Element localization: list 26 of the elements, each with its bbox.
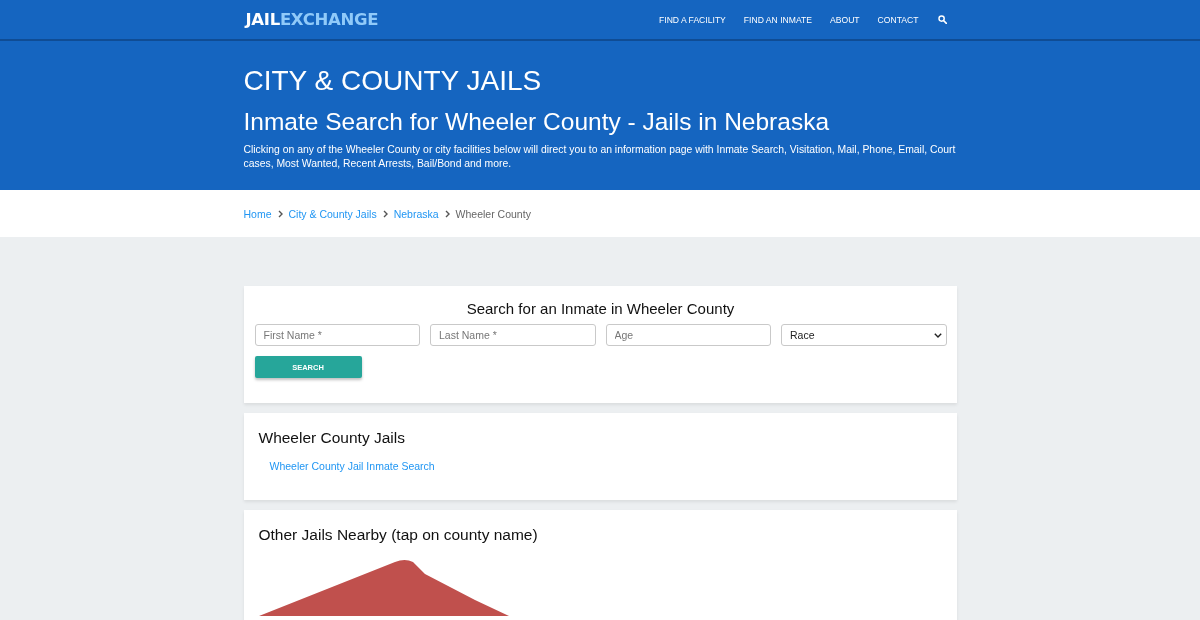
input-field[interactable]: Last Name *	[430, 324, 596, 346]
page-title: Inmate Search for Wheeler County - Jails in Nebraska	[243, 107, 831, 137]
race-select[interactable]: Race	[781, 324, 947, 346]
breadcrumb-link[interactable]: Home	[243, 207, 272, 220]
nav-link[interactable]: CONTACT	[877, 14, 919, 25]
page-category-heading: CITY & COUNTY JAILS	[243, 65, 543, 97]
page-description: Clicking on any of the Wheeler County or city facilities below will direct you to an information page with Inmate Search, Visitation, Mail, Phone, Email, Court cases, Most Wanted, Recent Arrests, Bail/Bond and more.	[243, 143, 957, 171]
chevron-right-icon	[444, 209, 450, 218]
breadcrumb-link[interactable]: City & County Jails	[288, 207, 377, 220]
nav-link[interactable]: ABOUT	[830, 14, 860, 25]
chevron-down-icon	[933, 332, 942, 338]
input-field[interactable]: First Name *	[254, 324, 420, 346]
search-card-title: Search for an Inmate in Wheeler County	[465, 300, 736, 318]
input-field[interactable]: Age	[605, 324, 771, 346]
county-map-shape[interactable]	[258, 560, 509, 616]
site-logo[interactable]: JAILEXCHANGE	[245, 10, 379, 29]
nav-link[interactable]: FIND A FACILITY	[659, 14, 726, 25]
breadcrumb-current: Wheeler County	[455, 207, 531, 220]
chevron-right-icon	[277, 209, 283, 218]
chevron-right-icon	[382, 209, 388, 218]
search-icon[interactable]	[937, 15, 947, 24]
breadcrumb-link[interactable]: Nebraska	[393, 207, 439, 220]
card-title: Wheeler County Jails	[258, 429, 406, 447]
nav-link[interactable]: FIND AN INMATE	[743, 14, 812, 25]
jail-link[interactable]: Wheeler County Jail Inmate Search	[269, 460, 435, 472]
card-title: Other Jails Nearby (tap on county name)	[258, 526, 539, 544]
